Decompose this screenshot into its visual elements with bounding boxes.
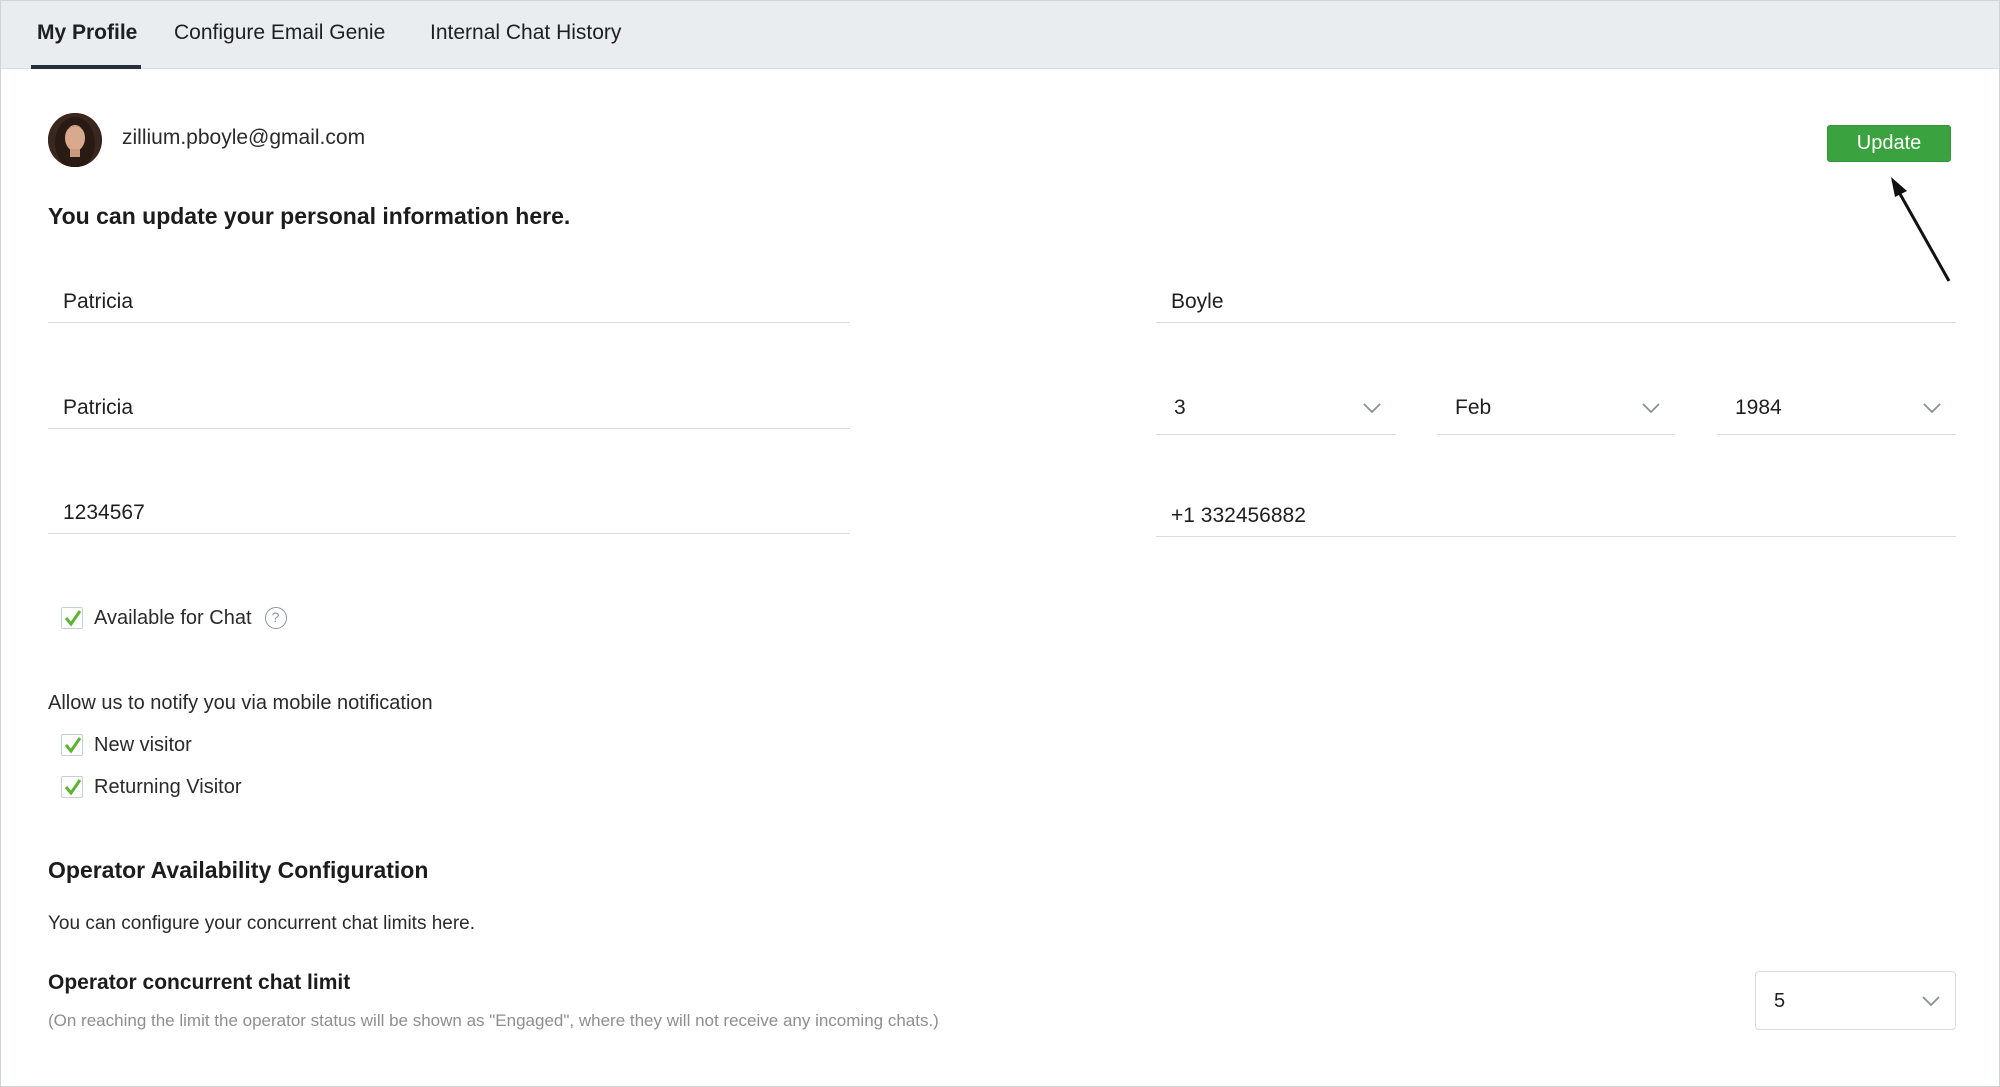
check-icon bbox=[64, 737, 82, 754]
help-icon[interactable]: ? bbox=[264, 607, 287, 629]
last-name-input[interactable] bbox=[1156, 283, 1956, 321]
employee-id-field bbox=[48, 494, 850, 534]
phone-input[interactable] bbox=[1156, 497, 1956, 535]
display-name-input[interactable] bbox=[48, 389, 850, 427]
tab-configure-email-genie[interactable]: Configure Email Genie bbox=[174, 1, 385, 69]
chevron-down-icon bbox=[1922, 996, 1940, 1007]
check-icon bbox=[64, 610, 82, 627]
dob-month-select[interactable]: Feb bbox=[1437, 387, 1675, 435]
returning-visitor-row: Returning Visitor bbox=[61, 774, 241, 800]
avatar[interactable] bbox=[48, 113, 102, 167]
available-for-chat-row: Available for Chat ? bbox=[61, 605, 287, 631]
dob-month-value: Feb bbox=[1455, 396, 1492, 419]
check-icon bbox=[64, 779, 82, 796]
availability-description: You can configure your concurrent chat l… bbox=[48, 913, 476, 934]
last-name-field bbox=[1156, 283, 1956, 323]
returning-visitor-label: Returning Visitor bbox=[94, 775, 242, 798]
active-tab-indicator bbox=[31, 65, 141, 69]
new-visitor-row: New visitor bbox=[61, 732, 192, 758]
first-name-input[interactable] bbox=[48, 283, 850, 321]
display-name-field bbox=[48, 389, 850, 429]
tab-bar: My Profile Configure Email Genie Interna… bbox=[1, 1, 1999, 69]
available-for-chat-label: Available for Chat bbox=[94, 606, 252, 629]
chat-limit-value: 5 bbox=[1774, 990, 1786, 1012]
dob-day-select[interactable]: 3 bbox=[1156, 387, 1396, 435]
chevron-down-icon bbox=[1642, 403, 1660, 414]
available-for-chat-checkbox[interactable] bbox=[61, 607, 83, 629]
new-visitor-label: New visitor bbox=[94, 733, 192, 756]
chat-limit-title: Operator concurrent chat limit bbox=[48, 971, 351, 994]
intro-text: You can update your personal information… bbox=[48, 203, 571, 229]
tab-my-profile[interactable]: My Profile bbox=[37, 1, 137, 69]
chat-limit-select[interactable]: 5 bbox=[1755, 971, 1956, 1030]
returning-visitor-checkbox[interactable] bbox=[61, 776, 83, 798]
profile-page: My Profile Configure Email Genie Interna… bbox=[0, 0, 2000, 1087]
phone-field bbox=[1156, 497, 1956, 537]
user-email: zillium.pboyle@gmail.com bbox=[122, 126, 366, 149]
tab-internal-chat-history[interactable]: Internal Chat History bbox=[430, 1, 621, 69]
dob-year-value: 1984 bbox=[1735, 396, 1782, 419]
chat-limit-note: (On reaching the limit the operator stat… bbox=[48, 1011, 939, 1030]
new-visitor-checkbox[interactable] bbox=[61, 734, 83, 756]
first-name-field bbox=[48, 283, 850, 323]
dob-year-select[interactable]: 1984 bbox=[1717, 387, 1956, 435]
dob-day-value: 3 bbox=[1174, 396, 1186, 419]
chevron-down-icon bbox=[1363, 403, 1381, 414]
employee-id-input[interactable] bbox=[48, 494, 850, 532]
chevron-down-icon bbox=[1923, 403, 1941, 414]
notification-heading: Allow us to notify you via mobile notifi… bbox=[48, 692, 433, 714]
availability-section-title: Operator Availability Configuration bbox=[48, 857, 429, 883]
arrow-annotation-icon bbox=[1891, 177, 1951, 282]
update-button[interactable]: Update bbox=[1827, 125, 1951, 162]
